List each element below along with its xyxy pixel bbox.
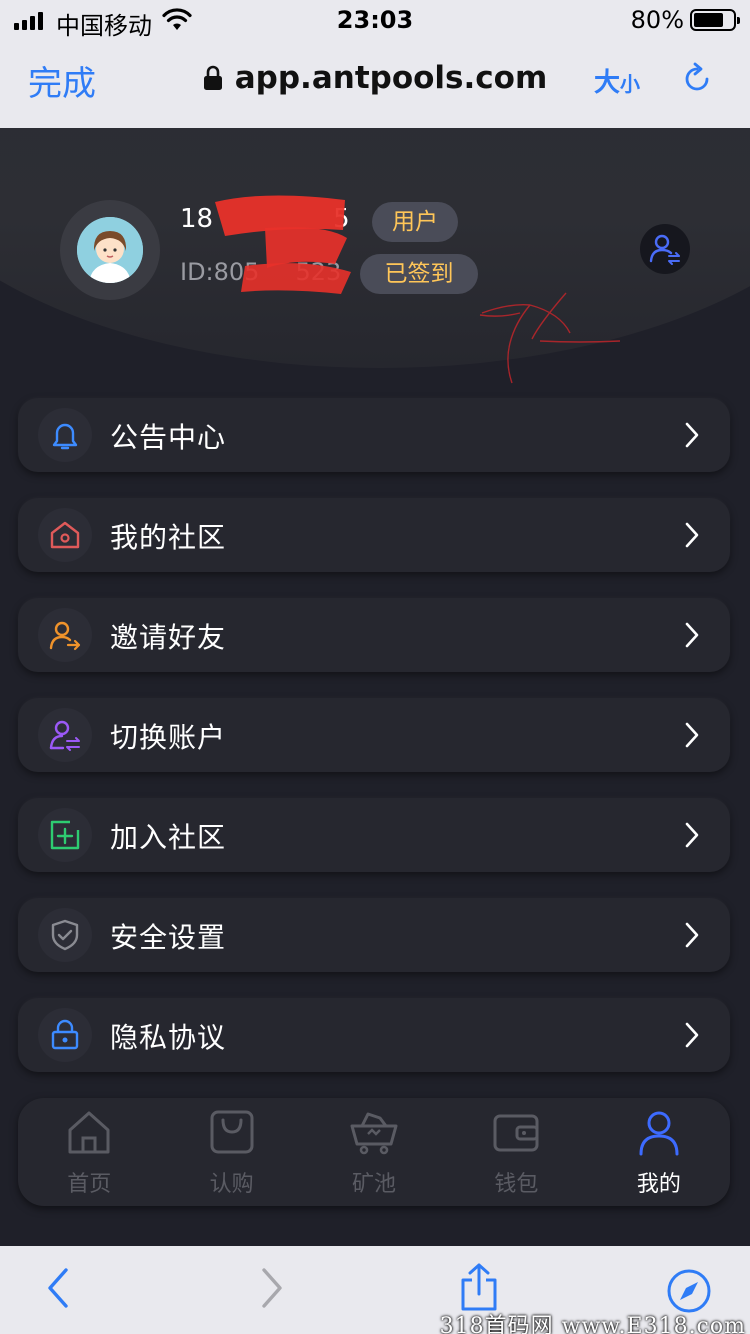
tab-label: 钱包 [494, 1172, 539, 1197]
signin-badge[interactable]: 已签到 [360, 254, 478, 294]
lock-icon [51, 1019, 79, 1050]
menu-item-my-community[interactable]: 我的社区 [18, 498, 730, 572]
text-size-button[interactable]: 大小 [594, 62, 640, 99]
tab-mine[interactable]: 我的 [588, 1098, 730, 1206]
text-size-big: 大 [594, 68, 621, 98]
menu-item-security-settings[interactable]: 安全设置 [18, 898, 730, 972]
avatar-illustration-icon [77, 217, 143, 283]
add-square-icon [50, 820, 80, 850]
menu-item-join-community[interactable]: 加入社区 [18, 798, 730, 872]
menu-item-label: 加入社区 [110, 821, 227, 854]
browser-address-bar: 完成 app.antpools.com 大小 [0, 40, 750, 128]
user-id: ID:805 523 [180, 258, 341, 286]
watermark-text: 318首码网 www.E318.com [439, 1314, 746, 1334]
switch-user-icon [649, 234, 680, 265]
chevron-right-icon [685, 522, 699, 548]
mining-cart-icon [350, 1112, 398, 1155]
tab-mining-pool[interactable]: 矿池 [303, 1098, 445, 1206]
invite-user-icon [49, 621, 81, 651]
switch-account-icon [49, 720, 80, 751]
battery-icon [690, 9, 740, 31]
avatar[interactable] [60, 200, 160, 300]
menu-item-switch-account[interactable]: 切换账户 [18, 698, 730, 772]
tab-wallet[interactable]: 钱包 [445, 1098, 587, 1206]
profile-icon [639, 1111, 679, 1156]
status-bar: 中国移动 23:03 80% [0, 0, 750, 40]
tab-label: 首页 [67, 1172, 112, 1197]
browser-toolbar: 318首码网 www.E318.com [0, 1246, 750, 1334]
shield-icon [51, 919, 79, 951]
wallet-icon [493, 1114, 539, 1152]
chevron-right-icon [685, 722, 699, 748]
home-icon [50, 521, 80, 549]
menu-item-invite-friends[interactable]: 邀请好友 [18, 598, 730, 672]
tab-label: 矿池 [352, 1172, 397, 1197]
menu-item-label: 隐私协议 [110, 1021, 227, 1054]
back-arrow-icon[interactable] [44, 1266, 74, 1310]
reload-icon[interactable] [680, 62, 714, 96]
phone-prefix: 18 [180, 204, 214, 234]
menu-item-label: 公告中心 [110, 421, 227, 454]
lock-icon [203, 65, 222, 90]
menu-item-label: 邀请好友 [110, 621, 227, 654]
done-button[interactable]: 完成 [28, 56, 96, 105]
menu-item-privacy-policy[interactable]: 隐私协议 [18, 998, 730, 1072]
forward-arrow-icon[interactable] [256, 1266, 286, 1310]
app-tab-bar: 首页 认购 矿池 钱包 我的 [18, 1098, 730, 1206]
home-icon [68, 1111, 110, 1154]
bell-icon [52, 423, 78, 450]
chevron-right-icon [685, 622, 699, 648]
switch-account-button[interactable] [640, 224, 690, 274]
chevron-right-icon [685, 422, 699, 448]
chevron-right-icon [685, 822, 699, 848]
phone-number: 18 5 [180, 204, 350, 234]
menu-item-label: 我的社区 [110, 521, 227, 554]
text-size-small: 小 [620, 72, 641, 96]
role-badge: 用户 [372, 202, 458, 242]
menu-list: 公告中心 我的社区 邀请好友 切换账户 加入社区 安全设置 隐私协议 [18, 398, 730, 1098]
tab-label: 我的 [636, 1172, 681, 1197]
tab-label: 认购 [209, 1172, 254, 1197]
user-id-tail: 523 [295, 258, 342, 286]
chevron-right-icon [685, 922, 699, 948]
user-id-prefix: ID:805 [180, 258, 260, 286]
battery-percent: 80% [630, 6, 684, 34]
menu-item-label: 安全设置 [110, 921, 227, 954]
share-icon[interactable] [458, 1262, 500, 1312]
menu-item-label: 切换账户 [110, 721, 227, 754]
bag-icon [210, 1110, 254, 1154]
tab-subscribe[interactable]: 认购 [160, 1098, 302, 1206]
url-field[interactable]: app.antpools.com [235, 60, 548, 96]
phone-suffix: 5 [333, 204, 350, 234]
menu-item-announcements[interactable]: 公告中心 [18, 398, 730, 472]
tab-home[interactable]: 首页 [18, 1098, 160, 1206]
chevron-right-icon [685, 1022, 699, 1048]
app-content: 18 5 ID:805 523 用户 已签到 公告中心 我的社区 邀请好友 切换… [0, 128, 750, 1246]
